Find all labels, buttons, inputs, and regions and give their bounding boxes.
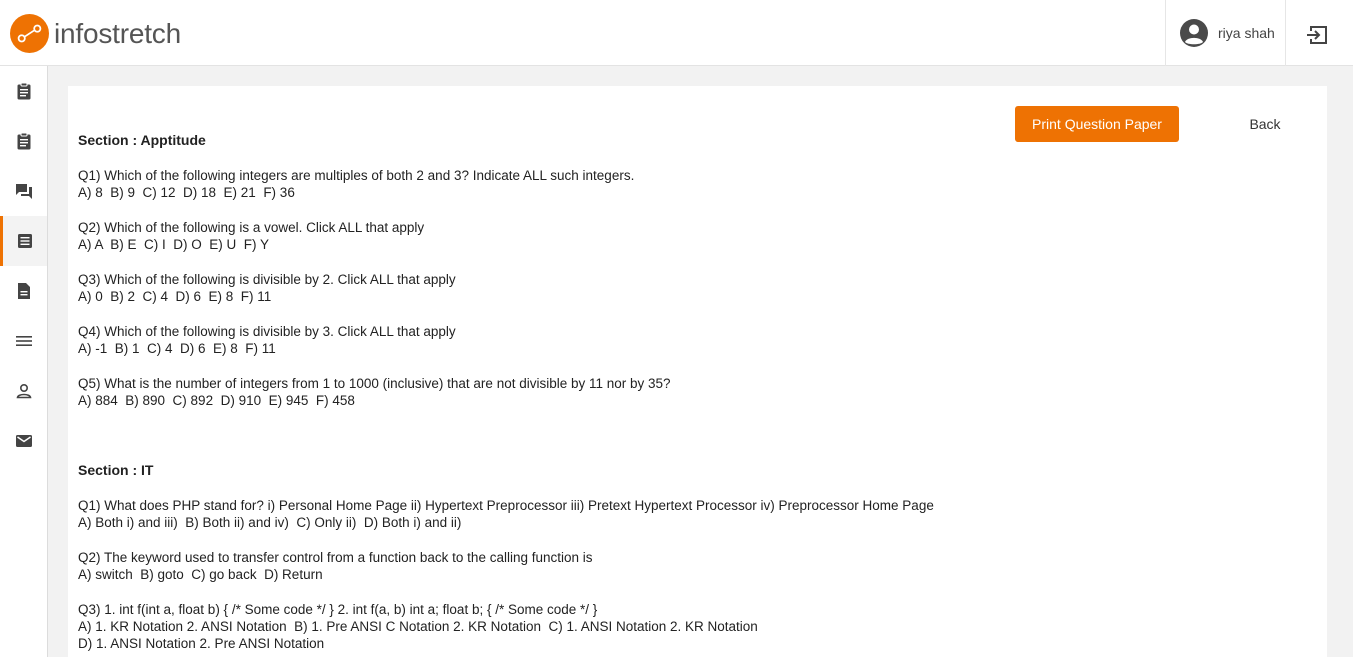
clipboard-icon <box>17 82 30 100</box>
sidebar-item-profile[interactable] <box>0 366 47 416</box>
question-options: A) 8 B) 9 C) 12 D) 18 E) 21 F) 36 <box>78 185 295 200</box>
question-text: Q5) What is the number of integers from … <box>78 376 671 391</box>
question-item: Q3) 1. int f(int a, float b) { /* Some c… <box>78 601 1118 652</box>
sidebar-item-clipboard-2[interactable] <box>0 116 47 166</box>
question-item: Q4) Which of the following is divisible … <box>78 323 1118 357</box>
question-item: Q2) The keyword used to transfer control… <box>78 549 1118 583</box>
question-options: A) 0 B) 2 C) 4 D) 6 E) 8 F) 11 <box>78 289 272 304</box>
sidebar-item-clipboard[interactable] <box>0 66 47 116</box>
question-paper-panel: Print Question Paper Back Section : Appt… <box>68 86 1327 657</box>
person-icon <box>16 383 31 399</box>
question-text: Q4) Which of the following is divisible … <box>78 324 456 339</box>
logout-button[interactable] <box>1300 20 1334 50</box>
user-name: riya shah <box>1218 25 1275 41</box>
mail-icon <box>15 435 32 447</box>
sidebar-item-file[interactable] <box>0 266 47 316</box>
back-button[interactable]: Back <box>1230 106 1300 142</box>
logo-mark-icon <box>10 14 49 53</box>
question-text: Q3) 1. int f(int a, float b) { /* Some c… <box>78 602 598 617</box>
question-item: Q2) Which of the following is a vowel. C… <box>78 219 1118 253</box>
question-options: A) -1 B) 1 C) 4 D) 6 E) 8 F) 11 <box>78 341 276 356</box>
clipboard-icon <box>17 132 30 150</box>
question-options: A) Both i) and iii) B) Both ii) and iv) … <box>78 515 462 530</box>
sidebar <box>0 66 48 657</box>
question-item: Q5) What is the number of integers from … <box>78 375 1118 409</box>
logout-icon <box>1307 26 1327 44</box>
top-bar: infostretch riya shah <box>0 0 1353 66</box>
question-text: Q2) Which of the following is a vowel. C… <box>78 220 425 235</box>
file-icon <box>17 283 30 299</box>
question-text: Q1) Which of the following integers are … <box>78 168 635 183</box>
question-options: A) switch B) goto C) go back D) Return <box>78 567 323 582</box>
question-options: D) 1. ANSI Notation 2. Pre ANSI Notation <box>78 636 325 651</box>
menu-lines-icon <box>15 336 32 346</box>
question-paper: Section : Apptitude Q1) Which of the fol… <box>78 132 1118 657</box>
sidebar-item-forum[interactable] <box>0 166 47 216</box>
logo-text: infostretch <box>54 18 181 49</box>
user-menu[interactable]: riya shah <box>1165 0 1286 66</box>
question-options: A) A B) E C) I D) O E) U F) Y <box>78 237 270 252</box>
sidebar-item-list[interactable] <box>0 316 47 366</box>
question-text: Q1) What does PHP stand for? i) Personal… <box>78 498 934 513</box>
question-item: Q1) What does PHP stand for? i) Personal… <box>78 497 1118 531</box>
avatar-icon <box>1180 19 1208 47</box>
section-title: Section : IT <box>78 462 154 478</box>
question-text: Q2) The keyword used to transfer control… <box>78 550 593 565</box>
sidebar-item-mail[interactable] <box>0 416 47 466</box>
question-item: Q3) Which of the following is divisible … <box>78 271 1118 305</box>
question-text: Q3) Which of the following is divisible … <box>78 272 456 287</box>
logo[interactable]: infostretch <box>10 14 181 53</box>
question-options: A) 884 B) 890 C) 892 D) 910 E) 945 F) 45… <box>78 393 355 408</box>
question-item: Q1) Which of the following integers are … <box>78 167 1118 201</box>
section-title: Section : Apptitude <box>78 132 206 148</box>
sidebar-item-question-paper[interactable] <box>0 216 47 266</box>
forum-icon <box>15 184 32 199</box>
document-list-icon <box>18 234 32 248</box>
question-options: A) 1. KR Notation 2. ANSI Notation B) 1.… <box>78 619 758 634</box>
